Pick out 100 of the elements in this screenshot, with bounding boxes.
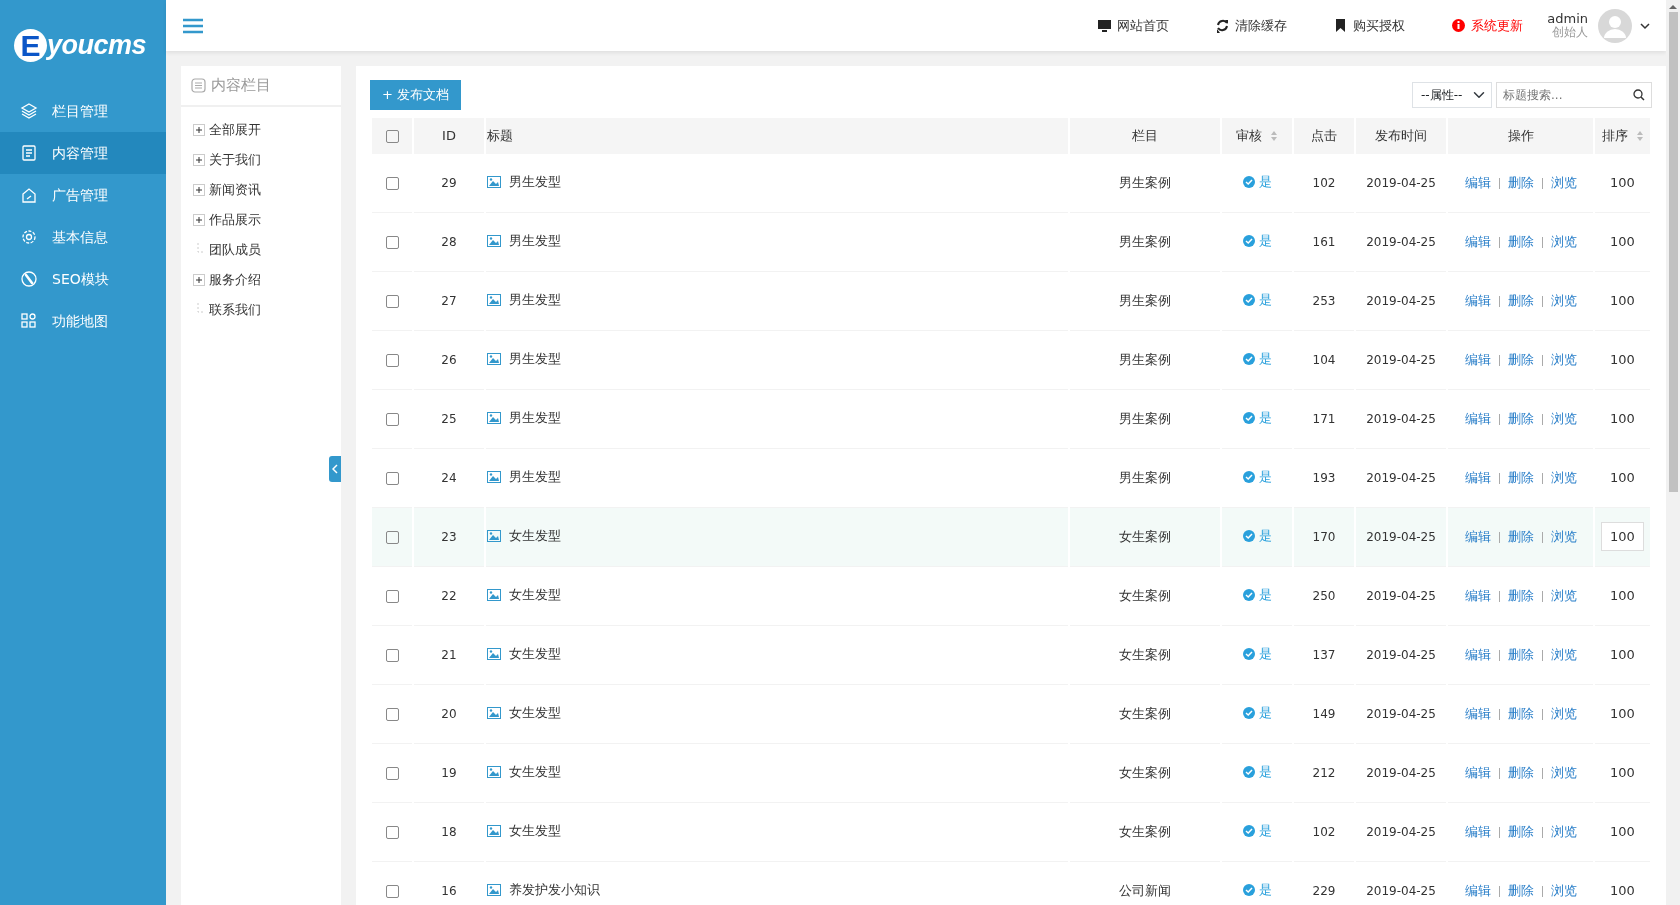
header-link[interactable]: 系统更新: [1451, 15, 1524, 36]
action-link[interactable]: 浏览: [1550, 351, 1577, 367]
action-link[interactable]: 删除: [1507, 646, 1534, 662]
approval-status[interactable]: 是: [1258, 231, 1272, 251]
title-link[interactable]: 男生发型: [509, 408, 561, 428]
action-link[interactable]: 浏览: [1550, 587, 1577, 603]
action-link[interactable]: 编辑: [1464, 233, 1491, 249]
approval-status[interactable]: 是: [1258, 703, 1272, 723]
sort-order-field[interactable]: 100: [1601, 580, 1644, 611]
action-link[interactable]: 删除: [1507, 233, 1534, 249]
row-checkbox[interactable]: [385, 412, 399, 426]
sidebar-item[interactable]: 内容管理: [0, 132, 166, 174]
row-checkbox[interactable]: [385, 353, 399, 367]
action-link[interactable]: 浏览: [1550, 823, 1577, 839]
title-link[interactable]: 男生发型: [509, 231, 561, 251]
sidebar-item[interactable]: 广告管理: [0, 174, 166, 216]
action-link[interactable]: 浏览: [1550, 882, 1577, 898]
row-checkbox[interactable]: [385, 707, 399, 721]
sort-order-field[interactable]: 100: [1601, 875, 1644, 905]
title-link[interactable]: 女生发型: [509, 644, 561, 664]
row-checkbox[interactable]: [385, 530, 399, 544]
expand-icon[interactable]: [193, 184, 205, 196]
filter-select[interactable]: --属性--: [1412, 81, 1492, 108]
sort-order-field[interactable]: 100: [1601, 285, 1644, 316]
sidebar-item[interactable]: 基本信息: [0, 216, 166, 258]
title-link[interactable]: 养发护发小知识: [509, 880, 600, 900]
title-link[interactable]: 女生发型: [509, 703, 561, 723]
action-link[interactable]: 浏览: [1550, 233, 1577, 249]
sidebar-item[interactable]: SEO模块: [0, 258, 166, 300]
title-link[interactable]: 男生发型: [509, 349, 561, 369]
title-link[interactable]: 男生发型: [509, 467, 561, 487]
action-link[interactable]: 浏览: [1550, 646, 1577, 662]
row-checkbox[interactable]: [385, 766, 399, 780]
sort-order-field[interactable]: 100: [1601, 816, 1644, 847]
sidebar-item[interactable]: 栏目管理: [0, 90, 166, 132]
title-link[interactable]: 女生发型: [509, 526, 561, 546]
action-link[interactable]: 删除: [1507, 410, 1534, 426]
approval-status[interactable]: 是: [1258, 467, 1272, 487]
sort-order-field[interactable]: 100: [1601, 403, 1644, 434]
row-checkbox[interactable]: [385, 648, 399, 662]
sort-order-field[interactable]: 100: [1601, 757, 1644, 788]
scroll-up-icon[interactable]: [1669, 4, 1677, 10]
action-link[interactable]: 删除: [1507, 764, 1534, 780]
action-link[interactable]: 浏览: [1550, 705, 1577, 721]
action-link[interactable]: 删除: [1507, 292, 1534, 308]
action-link[interactable]: 编辑: [1464, 410, 1491, 426]
tree-item[interactable]: 关于我们: [209, 150, 261, 170]
sort-order-field[interactable]: 100: [1601, 226, 1644, 257]
action-link[interactable]: 编辑: [1464, 646, 1491, 662]
action-link[interactable]: 编辑: [1464, 705, 1491, 721]
approval-status[interactable]: 是: [1258, 762, 1272, 782]
action-link[interactable]: 浏览: [1550, 292, 1577, 308]
action-link[interactable]: 删除: [1507, 705, 1534, 721]
sort-order-field[interactable]: 100: [1601, 462, 1644, 493]
tree-item[interactable]: 服务介绍: [209, 270, 261, 290]
action-link[interactable]: 编辑: [1464, 528, 1491, 544]
approval-status[interactable]: 是: [1258, 408, 1272, 428]
row-checkbox[interactable]: [385, 294, 399, 308]
header-link[interactable]: 清除缓存: [1215, 15, 1288, 36]
action-link[interactable]: 删除: [1507, 882, 1534, 898]
approval-status[interactable]: 是: [1258, 290, 1272, 310]
action-link[interactable]: 删除: [1507, 469, 1534, 485]
row-checkbox[interactable]: [385, 471, 399, 485]
approval-status[interactable]: 是: [1258, 821, 1272, 841]
title-link[interactable]: 女生发型: [509, 821, 561, 841]
row-checkbox[interactable]: [385, 176, 399, 190]
publish-button[interactable]: + 发布文档: [370, 80, 462, 110]
approval-status[interactable]: 是: [1258, 585, 1272, 605]
expand-icon[interactable]: [193, 214, 205, 226]
action-link[interactable]: 删除: [1507, 351, 1534, 367]
sort-order-field[interactable]: 100: [1601, 344, 1644, 375]
title-link[interactable]: 男生发型: [509, 290, 561, 310]
action-link[interactable]: 编辑: [1464, 351, 1491, 367]
action-link[interactable]: 浏览: [1550, 174, 1577, 190]
sort-order-field[interactable]: 100: [1601, 521, 1644, 552]
action-link[interactable]: 编辑: [1464, 469, 1491, 485]
expand-icon[interactable]: [193, 274, 205, 286]
sort-order-field[interactable]: 100: [1601, 167, 1644, 198]
header-link[interactable]: 购买授权: [1333, 15, 1406, 36]
action-link[interactable]: 浏览: [1550, 528, 1577, 544]
action-link[interactable]: 编辑: [1464, 587, 1491, 603]
row-checkbox[interactable]: [385, 589, 399, 603]
title-link[interactable]: 女生发型: [509, 585, 561, 605]
row-checkbox[interactable]: [385, 235, 399, 249]
expand-icon[interactable]: [193, 124, 205, 136]
action-link[interactable]: 删除: [1507, 528, 1534, 544]
approval-status[interactable]: 是: [1258, 349, 1272, 369]
approval-status[interactable]: 是: [1258, 644, 1272, 664]
tree-item[interactable]: 全部展开: [209, 120, 261, 140]
action-link[interactable]: 浏览: [1550, 410, 1577, 426]
row-checkbox[interactable]: [385, 825, 399, 839]
action-link[interactable]: 编辑: [1464, 292, 1491, 308]
title-link[interactable]: 男生发型: [509, 172, 561, 192]
approval-status[interactable]: 是: [1258, 172, 1272, 192]
action-link[interactable]: 浏览: [1550, 469, 1577, 485]
header-link[interactable]: 网站首页: [1097, 15, 1170, 36]
tree-item[interactable]: 团队成员: [209, 240, 261, 260]
action-link[interactable]: 编辑: [1464, 882, 1491, 898]
action-link[interactable]: 浏览: [1550, 764, 1577, 780]
sort-order-field[interactable]: 100: [1601, 698, 1644, 729]
